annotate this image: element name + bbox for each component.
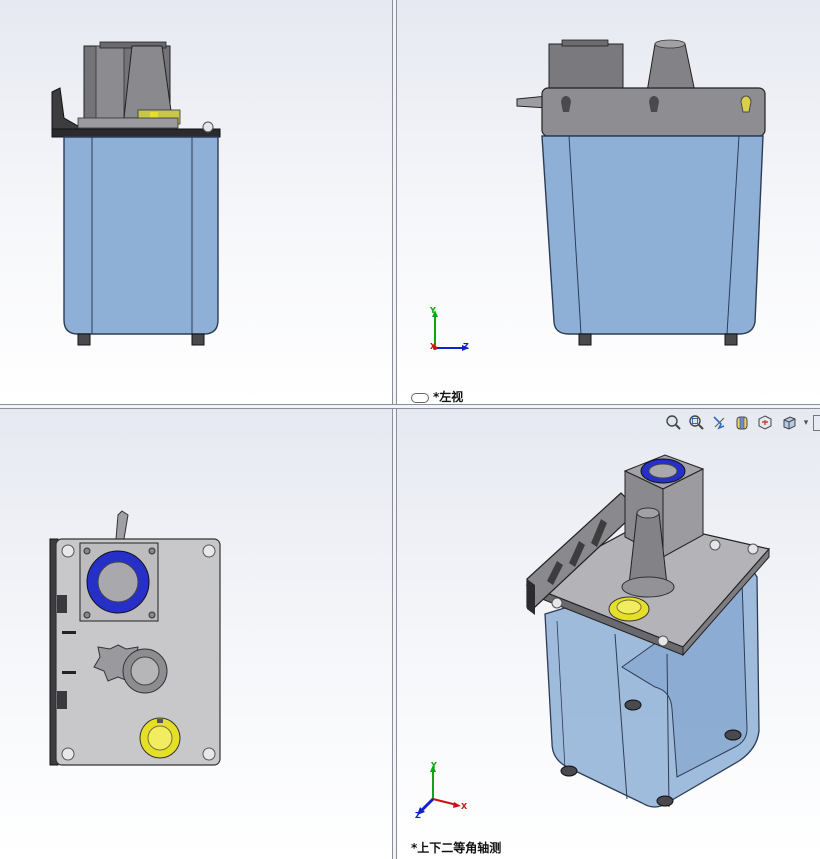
viewport-splitter-vertical[interactable] — [392, 0, 397, 859]
viewport-front[interactable] — [0, 0, 392, 404]
iso-triad-z-label: Z — [415, 811, 421, 820]
viewport-left[interactable]: Y Z X *左视 — [397, 0, 820, 404]
iso-triad-x-label: X — [461, 802, 468, 811]
viewport-top[interactable] — [0, 409, 392, 859]
link-view-icon — [411, 392, 429, 403]
triad-z-label: Z — [463, 342, 469, 351]
view-label-left: *左视 — [411, 388, 463, 404]
triad-x-label: X — [430, 342, 437, 351]
view-label-isometric: *上下二等角轴测 — [411, 841, 502, 855]
top-view-model — [49, 510, 221, 766]
front-view-model — [51, 41, 221, 346]
viewport-splitter-horizontal[interactable] — [0, 404, 820, 409]
triad-y-label: Y — [430, 306, 436, 315]
viewport-isometric[interactable]: ▾ Y X Z *上下二等角轴测 — [397, 409, 820, 859]
iso-triad-y-label: Y — [431, 761, 437, 770]
